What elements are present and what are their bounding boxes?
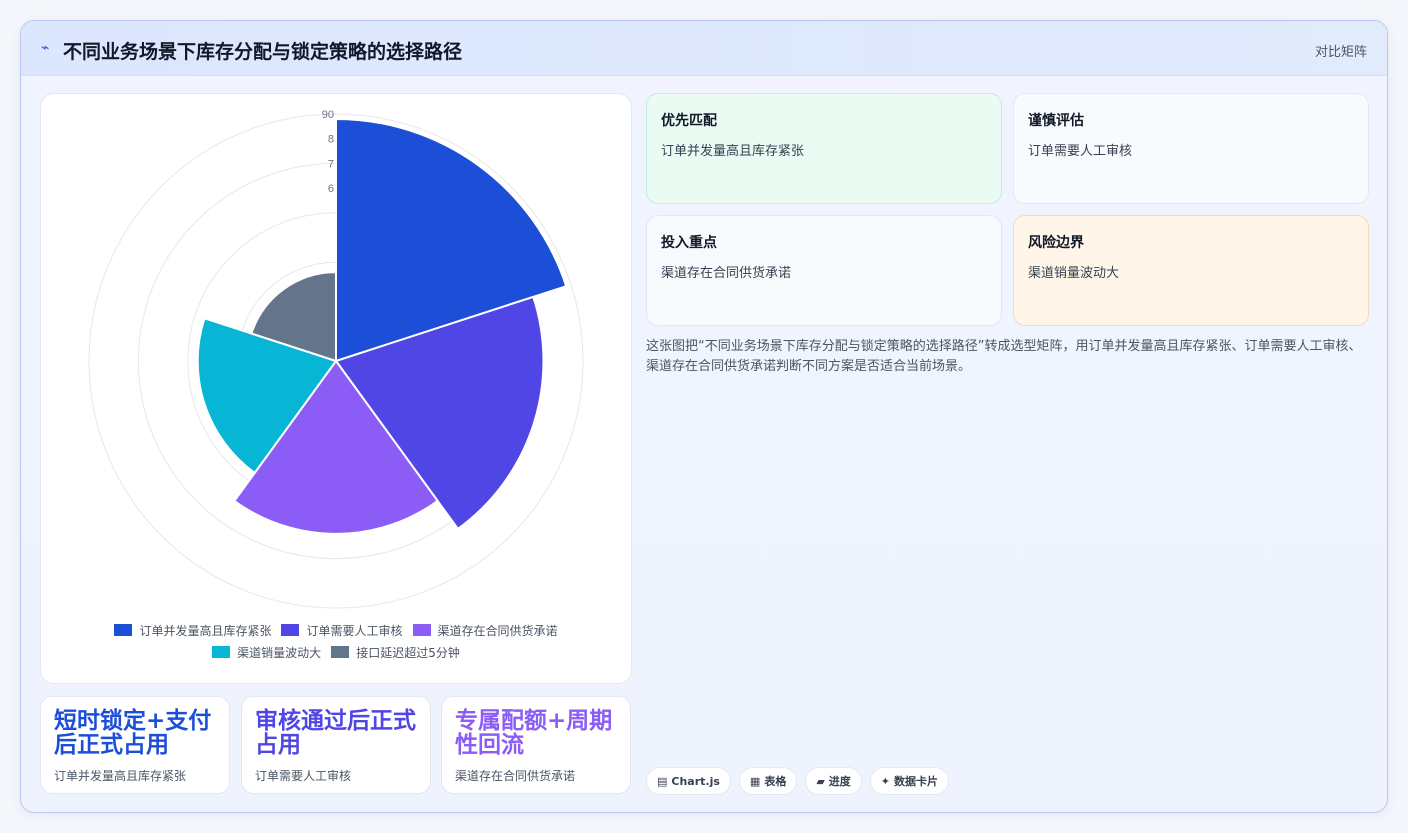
card-desc: 订单需要人工审核 [1028,144,1133,159]
legend-item[interactable]: 订单并发量高且库存紧张 [114,622,271,638]
card-priority-match: 优先匹配 订单并发量高且库存紧张 [646,93,1002,204]
kpi-card-3: 专属配额+周期性回流 渠道存在合同供货承诺 [441,696,631,794]
legend-item[interactable]: 订单需要人工审核 [281,622,403,638]
chart-legend: 订单并发量高且库存紧张 订单需要人工审核 渠道存在合同供货承诺渠道销量波动大 接口延迟… [41,622,631,660]
legend-label: 渠道存在合同供货承诺 [437,623,558,638]
card-title: 优先匹配 [661,113,717,129]
kpi-subtitle: 渠道存在合同供货承诺 [455,769,576,783]
table-icon: ▦ [749,774,761,788]
mode-label: 对比矩阵 [1314,45,1367,60]
card-title: 谨慎评估 [1028,113,1084,129]
kpi-title: 审核通过后正式占用 [255,708,416,758]
strategy-panel: ⌁ 不同业务场景下库存分配与锁定策略的选择路径 对比矩阵 90 8 7 6 订单并发量… [20,20,1388,813]
legend-item[interactable]: 渠道销量波动大 [212,644,321,660]
page-title: 不同业务场景下库存分配与锁定策略的选择路径 [63,41,463,63]
chip-chartjs[interactable]: ▤ Chart.js [646,767,731,795]
card-desc: 渠道存在合同供货承诺 [661,266,792,281]
legend-label: 订单需要人工审核 [306,623,403,638]
card-investment-focus: 投入重点 渠道存在合同供货承诺 [646,215,1002,326]
kpi-subtitle: 订单并发量高且库存紧张 [54,769,187,783]
kpi-title: 短时锁定+支付后正式占用 [54,708,212,758]
chip-table[interactable]: ▦ 表格 [738,767,798,795]
chart-description: 这张图把“不同业务场景下库存分配与锁定策略的选择路径”转成选型矩阵，用订单并发量… [646,339,1362,374]
kpi-title: 专属配额+周期性回流 [455,708,613,758]
card-title: 风险边界 [1028,235,1084,251]
card-desc: 订单并发量高且库存紧张 [661,144,805,159]
panel-header: ⌁ 不同业务场景下库存分配与锁定策略的选择路径 对比矩阵 [21,21,1387,76]
tech-chips: ▤ Chart.js ▦ 表格 ▰ 进度 ✦ 数据卡片 [646,767,950,795]
legend-swatch [412,624,431,636]
r-tick-label: 90 [322,109,334,121]
legend-swatch [114,624,133,636]
legend-item[interactable]: 渠道存在合同供货承诺 [412,622,558,638]
chip-progress[interactable]: ▰ 进度 [805,767,862,795]
legend-label: 接口延迟超过5分钟 [356,645,460,660]
chart-icon: ▤ [657,774,668,788]
chip-label: 进度 [828,775,851,788]
polar-area-chart: 90 8 7 6 [88,109,584,609]
polar-chart-card: 90 8 7 6 订单并发量高且库存紧张 订单需要人工审核 渠道存在合同供货承诺渠道销量波… [40,93,632,684]
legend-label: 渠道销量波动大 [237,645,322,660]
legend-swatch [331,646,350,658]
r-tick-label: 8 [328,134,334,146]
chip-data-cards[interactable]: ✦ 数据卡片 [869,767,950,795]
card-title: 投入重点 [661,235,717,251]
card-careful-eval: 谨慎评估 订单需要人工审核 [1013,93,1369,204]
chip-label: 数据卡片 [894,775,939,788]
kpi-subtitle: 订单需要人工审核 [255,769,352,783]
card-desc: 渠道销量波动大 [1028,266,1120,281]
chip-label: Chart.js [671,774,720,788]
r-tick-label: 7 [328,158,334,170]
r-tick-label: 6 [328,183,334,195]
legend-swatch [212,646,231,658]
kpi-card-1: 短时锁定+支付后正式占用 订单并发量高且库存紧张 [40,696,230,794]
card-risk-boundary: 风险边界 渠道销量波动大 [1013,215,1369,326]
trend-line-icon: ⌁ [41,40,50,56]
kpi-card-2: 审核通过后正式占用 订单需要人工审核 [241,696,431,794]
chip-label: 表格 [764,775,787,788]
progress-icon: ▰ [816,774,825,788]
legend-swatch [281,624,300,636]
sparkle-icon: ✦ [880,774,891,788]
legend-item[interactable]: 接口延迟超过5分钟 [331,644,460,660]
legend-label: 订单并发量高且库存紧张 [139,623,272,638]
